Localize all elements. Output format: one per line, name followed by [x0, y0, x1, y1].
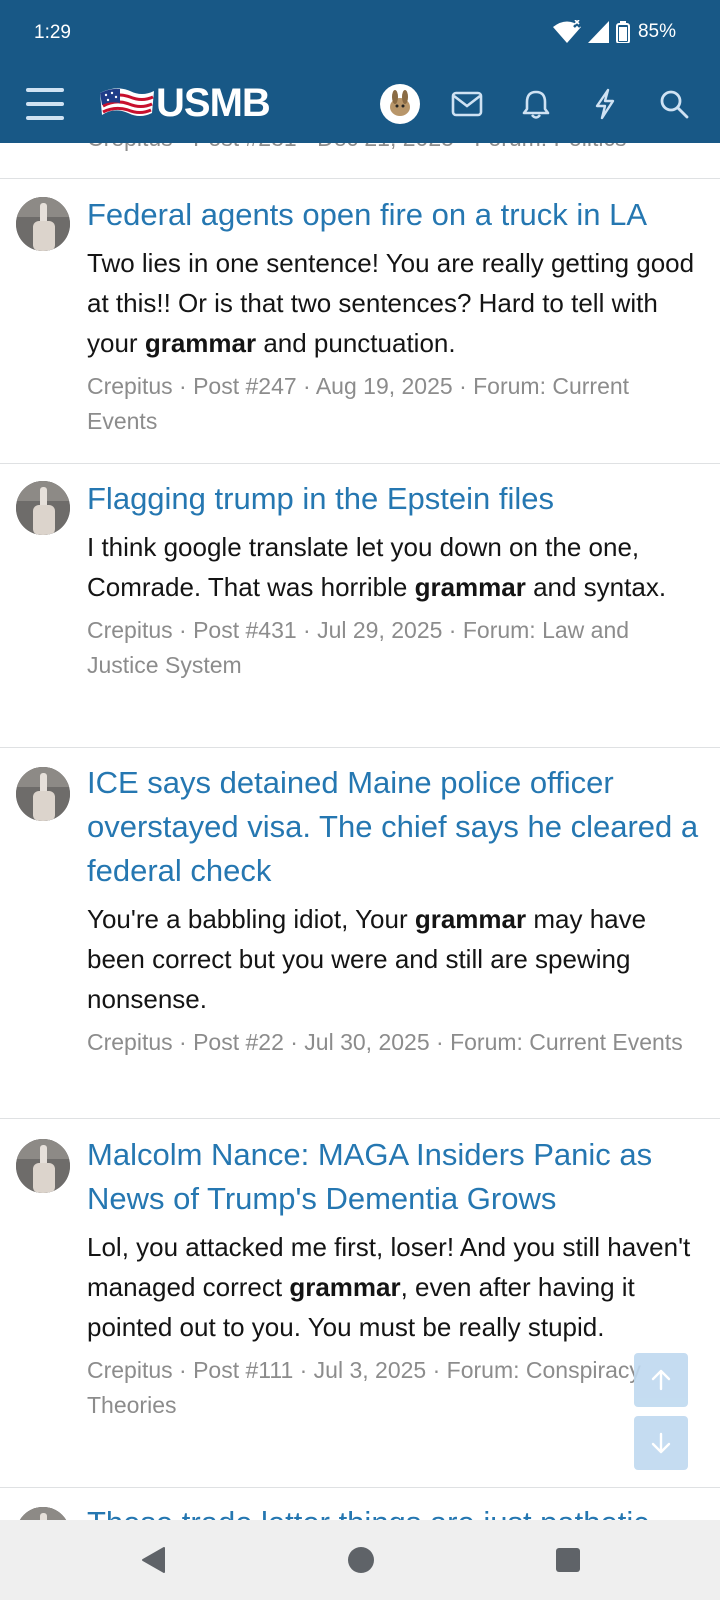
highlight-keyword: grammar [414, 572, 526, 602]
result-meta: Crepitus · Post #247 · Aug 19, 2025 · Fo… [87, 373, 630, 434]
avatar[interactable] [16, 197, 70, 251]
result-body: ICE says detained Maine police officer o… [87, 761, 704, 1060]
home-button[interactable] [341, 1540, 381, 1580]
home-icon [348, 1547, 374, 1573]
battery-percent: 85% [637, 21, 676, 42]
result-body: Malcolm Nance: MAGA Insiders Panic as Ne… [87, 1133, 704, 1423]
highlight-keyword: grammar [414, 904, 527, 934]
mail-icon[interactable] [445, 82, 489, 126]
arrow-up-icon [651, 1369, 671, 1391]
bell-icon[interactable] [514, 82, 558, 126]
result-snippet: I think google translate let you down on… [87, 532, 667, 602]
result-meta: Crepitus · Post #22 · Jul 30, 2025 · For… [87, 1029, 683, 1055]
result-snippet: Lol, you attacked me first, loser! And y… [87, 1232, 691, 1342]
result-body: These trade letter things are just pathe… [87, 1501, 704, 1520]
result-title[interactable]: Federal agents open fire on a truck in L… [87, 193, 704, 237]
avatar-image [16, 1139, 70, 1193]
avatar[interactable] [16, 481, 70, 535]
result-meta: Crepitus · Post #431 · Jul 29, 2025 · Fo… [87, 617, 630, 678]
avatar-image [16, 1507, 70, 1520]
result-snippet: You're a babbling idiot, Your grammar ma… [87, 904, 647, 1014]
user-avatar[interactable] [380, 84, 420, 124]
battery-icon [615, 21, 630, 43]
result-title[interactable]: These trade letter things are just pathe… [87, 1501, 704, 1520]
site-logo[interactable]: USMB [96, 80, 271, 126]
back-icon [142, 1547, 165, 1573]
highlight-keyword: grammar [289, 1272, 401, 1302]
logo-text: USMB [156, 80, 271, 125]
search-results: Crepitus · Post #281 · Dec 21, 2025 · Fo… [0, 143, 720, 1520]
avatar-image [16, 481, 70, 535]
result-snippet: Two lies in one sentence! You are really… [87, 248, 695, 358]
scroll-bottom-button[interactable] [634, 1416, 688, 1470]
search-icon[interactable] [652, 82, 696, 126]
nav-bar: USMB [0, 66, 720, 143]
arrow-down-icon [651, 1432, 671, 1454]
avatar-image [16, 197, 70, 251]
scroll-top-button[interactable] [634, 1353, 688, 1407]
wifi-icon [552, 20, 581, 43]
status-bar: 1:29 85% [0, 0, 720, 66]
usmb-flag-logo [100, 88, 154, 116]
result-meta: Crepitus · Post #111 · Jul 3, 2025 · For… [87, 1357, 641, 1418]
signal-icon [587, 21, 609, 43]
divider [0, 747, 720, 748]
nav-icons [380, 82, 696, 126]
menu-icon[interactable] [26, 88, 64, 120]
avatar[interactable] [16, 1139, 70, 1193]
avatar[interactable] [16, 767, 70, 821]
back-button[interactable] [133, 1540, 173, 1580]
result-body: Flagging trump in the Epstein files I th… [87, 477, 704, 683]
result-body: Federal agents open fire on a truck in L… [87, 193, 704, 439]
avatar-image [390, 90, 410, 116]
system-nav-bar [0, 1520, 720, 1600]
divider [0, 1118, 720, 1119]
status-icons: 85% [552, 20, 676, 44]
divider [0, 178, 720, 179]
bolt-icon[interactable] [583, 82, 627, 126]
divider [0, 1487, 720, 1488]
status-time: 1:29 [34, 22, 71, 43]
app-header: 1:29 85% USMB [0, 0, 720, 143]
highlight-keyword: grammar [144, 328, 257, 358]
recents-button[interactable] [548, 1540, 588, 1580]
partial-result-meta: Crepitus · Post #281 · Dec 21, 2025 · Fo… [87, 143, 626, 152]
divider [0, 463, 720, 464]
result-title[interactable]: Malcolm Nance: MAGA Insiders Panic as Ne… [87, 1133, 704, 1221]
avatar-image [16, 767, 70, 821]
result-title[interactable]: Flagging trump in the Epstein files [87, 477, 704, 521]
recents-icon [556, 1548, 580, 1572]
avatar[interactable] [16, 1507, 70, 1520]
result-title[interactable]: ICE says detained Maine police officer o… [87, 761, 704, 893]
